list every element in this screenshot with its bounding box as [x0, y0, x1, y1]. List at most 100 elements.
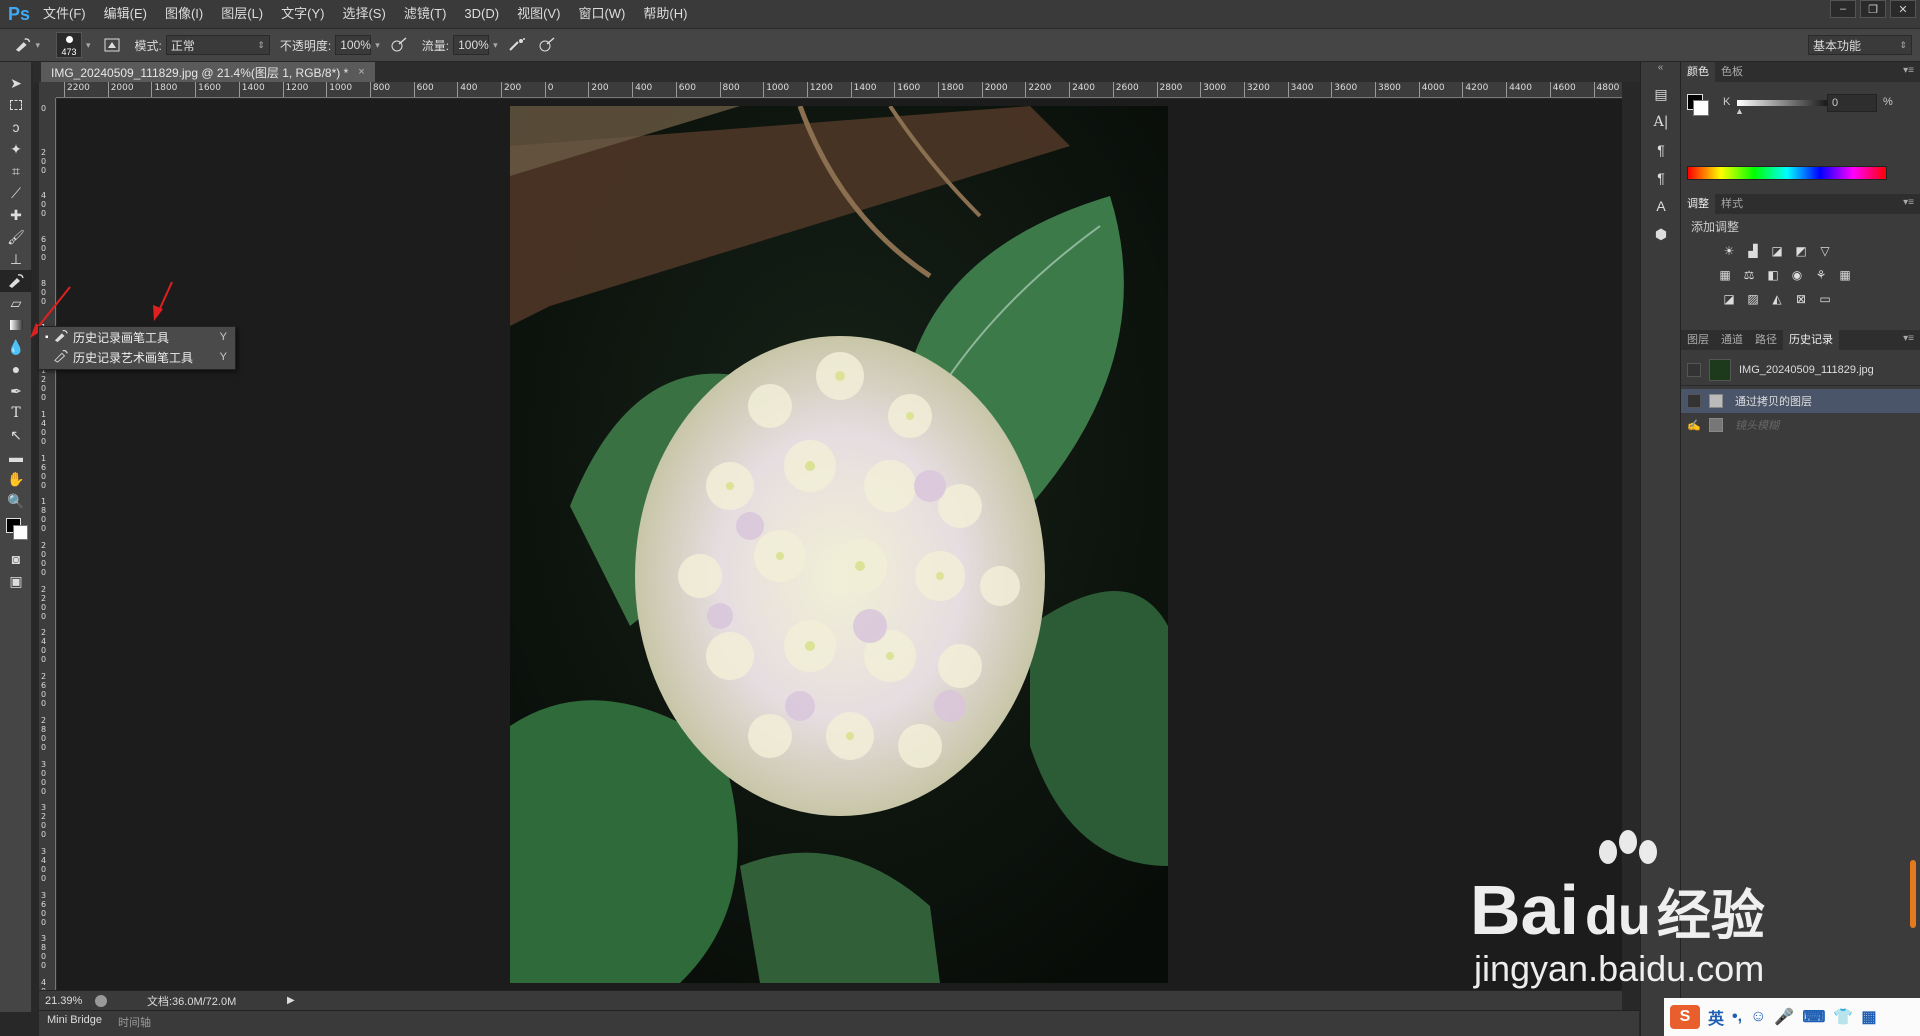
zoom-tool-icon[interactable]: 🔍 [0, 490, 32, 512]
background-color-swatch[interactable] [13, 525, 28, 540]
menu-item[interactable]: 3D(D) [455, 0, 508, 28]
character-styles-icon[interactable]: A [1641, 192, 1681, 220]
history-state-item[interactable]: ✍ 镜头模糊 [1681, 413, 1920, 437]
microphone-icon[interactable]: 🎤 [1774, 1007, 1794, 1027]
color-balance-icon[interactable]: ⚖ [1741, 267, 1757, 283]
tab-color[interactable]: 颜色 [1681, 62, 1715, 82]
color-spectrum[interactable] [1687, 166, 1887, 180]
quick-mask-icon[interactable]: ◙ [0, 548, 32, 570]
exposure-icon[interactable]: ◩ [1793, 243, 1809, 259]
status-menu-arrow-icon[interactable]: ▶ [287, 995, 295, 1006]
restore-button[interactable]: ❐ [1860, 0, 1886, 18]
horizontal-ruler[interactable]: 2200 2000 1800 1600 1400 1200 1000 800 600 400 200… [56, 82, 1622, 98]
screen-mode-icon[interactable]: ▣ [0, 570, 32, 592]
opacity-dropdown-arrow[interactable]: ▾ [375, 40, 380, 51]
hue-saturation-icon[interactable]: ▦ [1717, 267, 1733, 283]
tab-channels[interactable]: 通道 [1715, 330, 1749, 350]
color-panel-tabs: 颜色 色板 ▾≡ [1681, 62, 1920, 82]
workspace-switcher[interactable]: 基本功能 ⇕ [1808, 35, 1912, 55]
slider-handle-icon[interactable]: ▲ [1735, 106, 1744, 116]
panel-menu-icon[interactable]: ▾≡ [1903, 333, 1914, 344]
character-panel-icon[interactable]: A| [1641, 108, 1681, 136]
tab-layers[interactable]: 图层 [1681, 330, 1715, 350]
menu-item[interactable]: 选择(S) [333, 0, 394, 28]
minimize-button[interactable]: – [1830, 0, 1856, 18]
canvas-area[interactable] [57, 99, 1622, 990]
snapshot-source-checkbox[interactable] [1687, 362, 1701, 377]
history-snapshot[interactable]: IMG_20240509_111829.jpg [1681, 354, 1920, 386]
levels-icon[interactable]: ▟ [1745, 243, 1761, 259]
history-state-item[interactable]: 通过拷贝的图层 [1681, 389, 1920, 413]
pen-tool-icon[interactable]: ✒ [0, 380, 32, 402]
history-panel-icon[interactable]: ▤ [1641, 80, 1681, 108]
3d-panel-icon[interactable]: ⬢ [1641, 220, 1681, 248]
color-bg-swatch[interactable] [1693, 100, 1709, 116]
pressure-size-toggle[interactable] [534, 33, 560, 57]
flyout-item-history-brush[interactable]: ▪ 历史记录画笔工具 Y [39, 327, 235, 347]
punctuation-icon[interactable]: •, [1732, 1008, 1742, 1026]
panel-menu-icon[interactable]: ▾≡ [1903, 65, 1914, 76]
menu-item[interactable]: 窗口(W) [569, 0, 634, 28]
flyout-item-art-history-brush[interactable]: 历史记录艺术画笔工具 Y [39, 347, 235, 367]
toolbox-icon[interactable]: ▦ [1861, 1007, 1876, 1027]
hand-tool-icon[interactable]: ✋ [0, 468, 32, 490]
flyout-item-label: 历史记录画笔工具 [73, 330, 170, 345]
black-white-icon[interactable]: ◧ [1765, 267, 1781, 283]
airbrush-toggle[interactable] [504, 33, 530, 57]
menu-item[interactable]: 帮助(H) [634, 0, 696, 28]
tab-styles[interactable]: 样式 [1715, 194, 1749, 214]
close-tab-icon[interactable]: × [358, 66, 364, 78]
dodge-tool-icon[interactable]: ● [0, 358, 32, 380]
history-brush-source-icon[interactable]: ✍ [1687, 419, 1701, 432]
ruler-tick-label: 1200 [41, 366, 47, 403]
k-slider[interactable] [1737, 100, 1837, 106]
color-lookup-icon[interactable]: ▦ [1837, 267, 1853, 283]
brightness-icon[interactable]: ☀ [1721, 243, 1737, 259]
invert-icon[interactable]: ◪ [1721, 291, 1737, 307]
emoji-icon[interactable]: ☺ [1750, 1008, 1766, 1026]
keyboard-icon[interactable]: ⌨ [1802, 1007, 1825, 1027]
document-image[interactable] [510, 106, 1168, 983]
posterize-icon[interactable]: ▨ [1745, 291, 1761, 307]
tab-swatches[interactable]: 色板 [1715, 62, 1749, 82]
status-bar: 21.39% 文档:36.0M/72.0M ▶ [39, 990, 1622, 1010]
menu-item[interactable]: 视图(V) [508, 0, 569, 28]
tab-history[interactable]: 历史记录 [1783, 330, 1839, 350]
pressure-opacity-toggle[interactable] [386, 33, 412, 57]
gradient-map-icon[interactable]: ▭ [1817, 291, 1833, 307]
state-source-checkbox[interactable] [1687, 394, 1701, 408]
paragraph-styles-icon[interactable]: ¶ [1641, 164, 1681, 192]
curves-icon[interactable]: ◪ [1769, 243, 1785, 259]
vibrance-icon[interactable]: ▽ [1817, 243, 1833, 259]
close-window-button[interactable]: ✕ [1890, 0, 1916, 18]
tab-mini-bridge[interactable]: Mini Bridge [39, 1014, 110, 1026]
photo-filter-icon[interactable]: ◉ [1789, 267, 1805, 283]
tab-adjustments[interactable]: 调整 [1681, 194, 1715, 214]
k-value-field[interactable]: 0 [1827, 94, 1877, 112]
threshold-icon[interactable]: ◭ [1769, 291, 1785, 307]
tab-timeline[interactable]: 时间轴 [110, 1014, 159, 1030]
menu-item[interactable]: 图层(L) [212, 0, 272, 28]
tab-paths[interactable]: 路径 [1749, 330, 1783, 350]
type-tool-icon[interactable]: T [0, 402, 32, 424]
flow-dropdown-arrow[interactable]: ▾ [493, 40, 498, 51]
ruler-tick-label: 4000 [1421, 83, 1445, 93]
opacity-field[interactable]: 100% [335, 35, 372, 55]
panel-menu-icon[interactable]: ▾≡ [1903, 197, 1914, 208]
dock-collapse-icon[interactable]: « [1641, 62, 1680, 80]
flow-field[interactable]: 100% [453, 35, 490, 55]
status-info-icon[interactable] [95, 994, 107, 1007]
ruler-tick-label: 1200 [285, 83, 309, 93]
ime-language-indicator[interactable]: 英 [1708, 1005, 1724, 1029]
skin-icon[interactable]: 👕 [1833, 1007, 1853, 1027]
selective-color-icon[interactable]: ⊠ [1793, 291, 1809, 307]
rectangle-tool-icon[interactable]: ▬ [0, 446, 32, 468]
path-selection-tool-icon[interactable]: ↖ [0, 424, 32, 446]
channel-mixer-icon[interactable]: ⚘ [1813, 267, 1829, 283]
zoom-level[interactable]: 21.39% [45, 995, 91, 1007]
menu-item[interactable]: 文字(Y) [272, 0, 333, 28]
sogou-ime-icon[interactable]: S [1670, 1005, 1700, 1029]
paragraph-panel-icon[interactable]: ¶ [1641, 136, 1681, 164]
menu-item[interactable]: 滤镜(T) [395, 0, 456, 28]
ruler-tick [806, 82, 808, 97]
